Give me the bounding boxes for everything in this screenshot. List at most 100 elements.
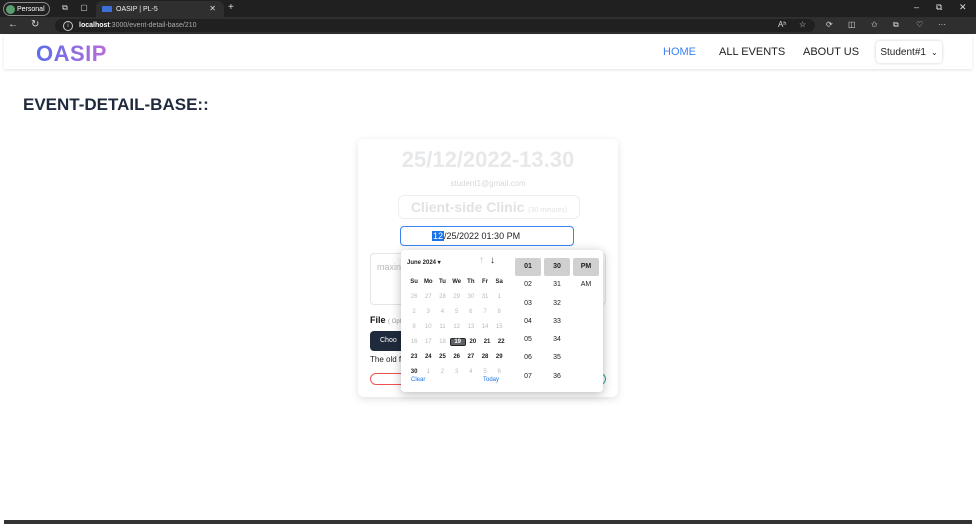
calendar-day[interactable]: 5 [450,309,464,315]
tab-close-icon[interactable]: ✕ [209,4,216,13]
calendar-day[interactable]: 3 [450,369,464,375]
calendar-day[interactable]: 13 [464,324,478,330]
calendar-day[interactable]: 17 [421,339,435,345]
address-bar[interactable]: i localhost :3000/event-detail-base/210 [55,19,815,32]
calendar-day[interactable]: 29 [450,294,464,300]
web-page: OASIP HOME ALL EVENTS ABOUT US Student#1… [4,35,972,524]
calendar-day[interactable]: 4 [464,369,478,375]
calendar-day[interactable]: 22 [494,339,508,345]
hours-option[interactable]: 04 [515,313,541,331]
workspaces-icon[interactable]: ⧉ [60,3,70,13]
site-info-icon[interactable]: i [63,20,73,31]
calendar-day[interactable]: 27 [464,354,478,360]
more-menu-icon[interactable]: ··· [938,20,946,29]
calendar-day[interactable]: 8 [492,309,506,315]
calendar-day[interactable]: 9 [407,324,421,330]
calendar-day[interactable]: 14 [478,324,492,330]
favorites-icon[interactable]: ✩ [871,20,878,29]
minutes-option[interactable]: 36 [544,368,570,386]
back-icon[interactable]: ← [8,19,18,30]
calendar-day[interactable]: 2 [407,309,421,315]
clear-button[interactable]: Clear [411,377,425,383]
browser-essentials-icon[interactable]: ♡ [916,20,923,29]
calendar-day[interactable]: 7 [478,309,492,315]
minutes-option[interactable]: 34 [544,331,570,349]
calendar-day[interactable]: 11 [435,324,449,330]
calendar-day[interactable]: 2 [435,369,449,375]
calendar-day[interactable]: 30 [407,369,421,375]
calendar-day[interactable]: 28 [435,294,449,300]
restore-icon[interactable]: ⧉ [936,2,942,13]
hours-option[interactable]: 05 [515,331,541,349]
ampm-option[interactable]: AM [573,276,599,294]
nav-about-us[interactable]: ABOUT US [803,46,859,58]
hours-option[interactable]: 07 [515,368,541,386]
profile-button[interactable]: Personal [3,2,50,16]
calendar-day[interactable]: 10 [421,324,435,330]
calendar-day[interactable]: 16 [407,339,421,345]
refresh-icon[interactable]: ↻ [31,19,39,30]
hours-option[interactable]: 03 [515,295,541,313]
tab-oasip[interactable]: OASIP | PL-5 ✕ [96,1,224,17]
weekday-label: Tu [439,278,446,285]
calendar-day[interactable]: 25 [435,354,449,360]
calendar-day[interactable]: 12 [450,324,464,330]
hours-option[interactable]: 06 [515,349,541,367]
month-selector[interactable]: June 2024 ▾ [407,259,441,266]
minutes-option[interactable]: 30 [544,258,570,277]
window-close-icon[interactable]: ✕ [959,2,967,13]
split-screen-icon[interactable]: ◫ [848,20,856,29]
calendar-day[interactable]: 1 [421,369,435,375]
calendar-day[interactable]: 28 [478,354,492,360]
booking-email: student1@gmail.com [450,179,526,188]
calendar-day[interactable]: 27 [421,294,435,300]
calendar-day[interactable]: 15 [492,324,506,330]
calendar-day[interactable]: 6 [492,369,506,375]
calendar-day[interactable]: 5 [478,369,492,375]
nav-all-events[interactable]: ALL EVENTS [719,46,785,58]
category-badge: Client-side Clinic (30 minutes) [398,195,580,219]
tab-actions-icon[interactable]: ▢ [79,3,89,13]
next-month-icon[interactable]: ↓ [490,255,501,266]
minutes-option[interactable]: 35 [544,349,570,367]
calendar-day[interactable]: 3 [421,309,435,315]
new-tab-icon[interactable]: + [228,2,234,13]
calendar-day[interactable]: 19 [449,337,466,346]
calendar-day[interactable]: 18 [435,339,449,345]
user-menu-button[interactable]: Student#1 ⌄ [876,41,942,63]
extensions-icon[interactable]: ⟳ [826,20,833,29]
calendar-day[interactable]: 20 [466,339,480,345]
minutes-option[interactable]: 32 [544,295,570,313]
calendar-day[interactable]: 4 [435,309,449,315]
site-logo[interactable]: OASIP [36,41,107,67]
collections-icon[interactable]: ⧉ [893,20,899,30]
calendar-day[interactable]: 23 [407,354,421,360]
calendar-day[interactable]: 1 [492,294,506,300]
minutes-option[interactable]: 33 [544,313,570,331]
calendar-day[interactable]: 31 [478,294,492,300]
calendar-day[interactable]: 6 [464,309,478,315]
calendar-day[interactable]: 21 [480,339,494,345]
ampm-option[interactable]: PM [573,258,599,277]
weekday-header: Su Mo Tu We Th Fr Sa [407,274,508,289]
calendar-day[interactable]: 26 [450,354,464,360]
datetime-picker-popup: June 2024 ▾ ↑↓ Su Mo Tu We Th Fr Sa 26 27 28 29 30 3… [401,250,603,392]
calendar-day[interactable]: 30 [464,294,478,300]
datetime-month-segment[interactable]: 12 [432,231,445,241]
calendar-day[interactable]: 24 [421,354,435,360]
datetime-input[interactable]: 12 /25/2022 01:30 PM ▦ [400,226,574,261]
hours-option[interactable]: 02 [515,276,541,294]
hours-option[interactable]: 01 [515,258,541,277]
calendar-day[interactable]: 26 [407,294,421,300]
favorite-star-icon[interactable]: ☆ [799,20,806,29]
minutes-option[interactable]: 31 [544,276,570,294]
previous-month-icon[interactable]: ↑ [479,255,490,266]
calendar-week: 26 27 28 29 30 31 1 [407,289,508,304]
minimize-icon[interactable]: – [914,2,919,12]
today-button[interactable]: Today [483,377,499,383]
read-aloud-icon[interactable]: Aʰ [778,20,786,29]
nav-home[interactable]: HOME [663,46,696,58]
calendar-day[interactable]: 29 [492,354,506,360]
category-duration: (30 minutes) [528,207,568,214]
url-path: :3000/event-detail-base/210 [109,22,197,29]
